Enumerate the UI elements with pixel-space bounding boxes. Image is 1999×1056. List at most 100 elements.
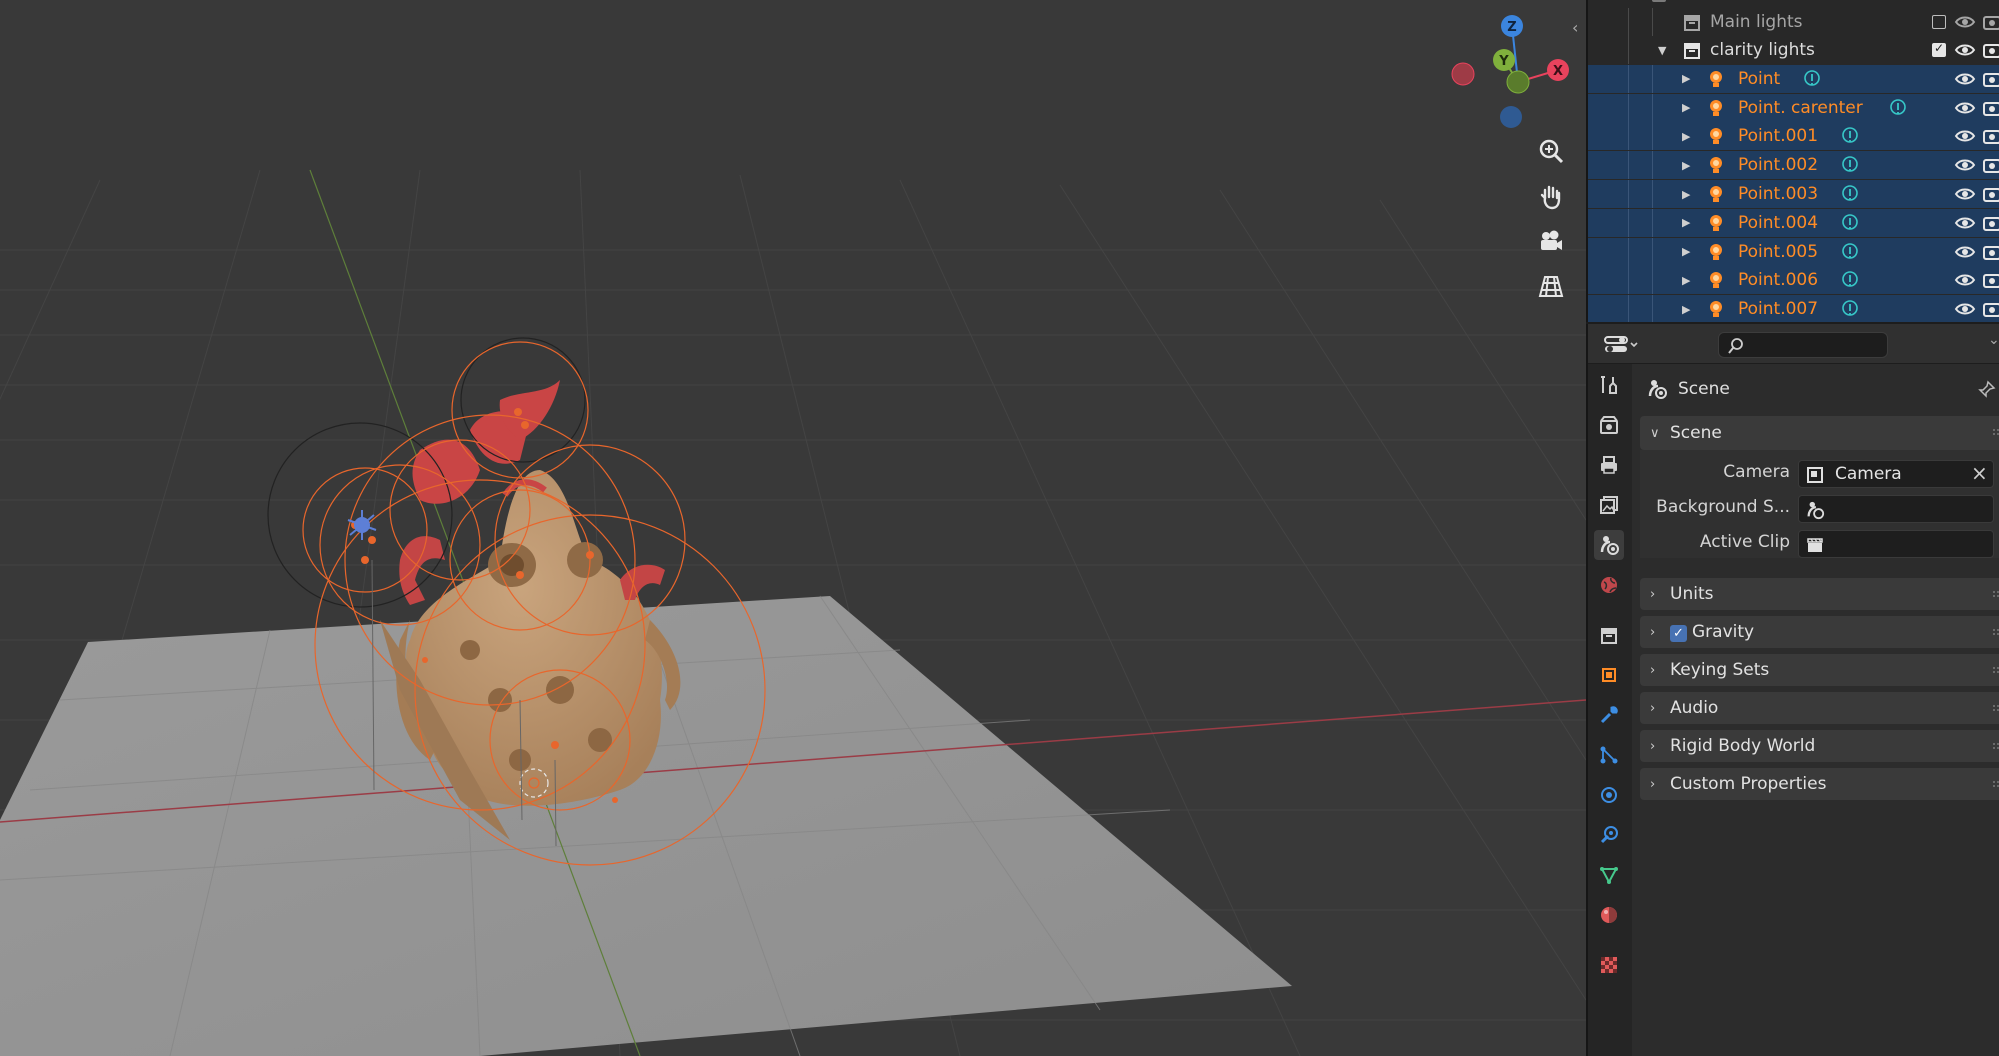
zoom-button[interactable] — [1532, 132, 1570, 170]
light-data-icon[interactable] — [1840, 155, 1860, 175]
panel-gravity-header[interactable]: › ✓ Gravity — [1640, 616, 1999, 648]
tab-collection[interactable] — [1594, 620, 1624, 650]
panel-keying-sets-header[interactable]: › Keying Sets — [1640, 654, 1999, 686]
outliner[interactable]: Main lights ▼ clarity lights ▶ Point ▶ Poin… — [1586, 0, 1999, 322]
expand-triangle-icon[interactable]: ▶ — [1682, 159, 1690, 172]
panel-units-header[interactable]: › Units — [1640, 578, 1999, 610]
exclude-checkbox[interactable] — [1932, 15, 1946, 29]
collapse-triangle-icon[interactable]: ▼ — [1658, 44, 1666, 57]
eye-icon[interactable] — [1954, 270, 1976, 290]
eye-icon[interactable] — [1954, 155, 1976, 175]
render-camera-icon[interactable] — [1982, 213, 1999, 233]
render-camera-icon[interactable] — [1982, 98, 1999, 118]
light-data-icon[interactable] — [1888, 98, 1908, 118]
tab-tool[interactable] — [1594, 370, 1624, 400]
panel-scene-header[interactable]: ∨ Scene — [1640, 416, 1999, 450]
outliner-row-light[interactable]: ▶ Point — [1588, 64, 1999, 93]
outliner-row-light[interactable]: ▶ Point.004 — [1588, 208, 1999, 237]
eye-icon[interactable] — [1954, 126, 1976, 146]
tab-scene[interactable] — [1594, 530, 1624, 560]
render-camera-icon[interactable] — [1982, 155, 1999, 175]
outliner-row-clarity-lights[interactable]: ▼ clarity lights — [1588, 36, 1999, 64]
outliner-row-light[interactable]: ▶ Point.006 — [1588, 266, 1999, 295]
render-camera-icon[interactable] — [1982, 184, 1999, 204]
tab-modifiers[interactable] — [1594, 700, 1624, 730]
pan-button[interactable] — [1532, 177, 1570, 215]
viewport-scene[interactable] — [0, 0, 1586, 1056]
tab-output[interactable] — [1594, 450, 1624, 480]
eye-icon[interactable] — [1954, 98, 1976, 118]
eye-icon[interactable] — [1954, 12, 1976, 32]
eye-icon[interactable] — [1954, 40, 1976, 60]
eye-icon[interactable] — [1954, 242, 1976, 262]
camera-field[interactable]: Camera × — [1798, 460, 1994, 488]
panel-audio-header[interactable]: › Audio — [1640, 692, 1999, 724]
render-camera-icon[interactable] — [1982, 126, 1999, 146]
camera-view-button[interactable] — [1532, 222, 1570, 260]
outliner-row-light[interactable]: ▶ Point.007 — [1588, 295, 1999, 322]
drag-grip-icon[interactable] — [1992, 628, 1999, 636]
clear-x-icon[interactable]: × — [1971, 461, 1988, 485]
light-data-icon[interactable] — [1840, 184, 1860, 204]
panel-rigid-body-world-header[interactable]: › Rigid Body World — [1640, 730, 1999, 762]
expand-triangle-icon[interactable]: ▶ — [1682, 303, 1690, 316]
drag-grip-icon[interactable] — [1992, 590, 1999, 598]
neg-x-handle[interactable] — [1451, 62, 1475, 86]
tab-physics[interactable] — [1594, 780, 1624, 810]
render-camera-icon[interactable] — [1982, 69, 1999, 89]
outliner-row-light[interactable]: ▶ Point.003 — [1588, 180, 1999, 208]
render-camera-icon[interactable] — [1982, 299, 1999, 319]
render-camera-icon[interactable] — [1982, 270, 1999, 290]
tab-constraints[interactable] — [1594, 820, 1624, 850]
pin-icon[interactable] — [1978, 380, 1996, 398]
drag-grip-icon[interactable] — [1992, 780, 1999, 788]
search-input[interactable] — [1749, 335, 1881, 357]
drag-grip-icon[interactable] — [1992, 666, 1999, 674]
tab-render[interactable] — [1594, 410, 1624, 440]
eye-icon[interactable] — [1954, 299, 1976, 319]
expand-triangle-icon[interactable]: ▶ — [1682, 101, 1690, 114]
eye-icon[interactable] — [1954, 213, 1976, 233]
light-data-icon[interactable] — [1840, 126, 1860, 146]
header-dropdown-chevron-icon[interactable]: ⌄ — [1988, 332, 1999, 348]
perspective-toggle-button[interactable] — [1532, 267, 1570, 305]
eye-icon[interactable] — [1954, 184, 1976, 204]
properties-editor[interactable]: ⌄ Scene ∨ Scene Camera Camera × Backgrou… — [1586, 324, 1999, 1056]
expand-triangle-icon[interactable]: ▶ — [1682, 130, 1690, 143]
outliner-row-light[interactable]: ▶ Point.002 — [1588, 151, 1999, 180]
render-camera-icon[interactable] — [1982, 12, 1999, 32]
editor-type-button[interactable] — [1602, 332, 1642, 358]
exclude-checkbox[interactable] — [1932, 41, 1946, 57]
expand-triangle-icon[interactable]: ▶ — [1682, 188, 1690, 201]
panel-custom-properties-header[interactable]: › Custom Properties — [1640, 768, 1999, 800]
expand-triangle-icon[interactable]: ▶ — [1682, 72, 1690, 85]
sidebar-collapse-arrow-icon[interactable]: ‹ — [1572, 18, 1586, 40]
light-data-icon[interactable] — [1802, 69, 1822, 89]
tab-particles[interactable] — [1594, 740, 1624, 770]
active-clip-field[interactable] — [1798, 530, 1994, 558]
tab-texture[interactable] — [1594, 950, 1624, 980]
expand-triangle-icon[interactable]: ▶ — [1682, 216, 1690, 229]
expand-triangle-icon[interactable]: ▶ — [1682, 274, 1690, 287]
outliner-row-main-lights[interactable]: Main lights — [1588, 8, 1999, 36]
tab-object[interactable] — [1594, 660, 1624, 690]
neg-z-handle[interactable] — [1500, 106, 1522, 128]
tab-view-layer[interactable] — [1594, 490, 1624, 520]
outliner-row-light[interactable]: ▶ Point.001 — [1588, 122, 1999, 151]
3d-viewport[interactable]: Z Y X ‹ — [0, 0, 1586, 1056]
expand-triangle-icon[interactable]: ▶ — [1682, 245, 1690, 258]
background-scene-field[interactable] — [1798, 495, 1994, 523]
drag-grip-icon[interactable] — [1992, 704, 1999, 712]
tab-material[interactable] — [1594, 900, 1624, 930]
navigation-gizmo[interactable]: Z Y X — [1440, 10, 1580, 130]
render-camera-icon[interactable] — [1982, 242, 1999, 262]
render-camera-icon[interactable] — [1982, 40, 1999, 60]
light-data-icon[interactable] — [1840, 299, 1860, 319]
drag-grip-icon[interactable] — [1992, 742, 1999, 750]
gravity-checkbox[interactable]: ✓ — [1670, 625, 1687, 642]
light-data-icon[interactable] — [1840, 242, 1860, 262]
drag-grip-icon[interactable] — [1992, 428, 1999, 436]
light-data-icon[interactable] — [1840, 270, 1860, 290]
tab-world[interactable] — [1594, 570, 1624, 600]
outliner-row-light[interactable]: ▶ Point. carenter — [1588, 93, 1999, 122]
